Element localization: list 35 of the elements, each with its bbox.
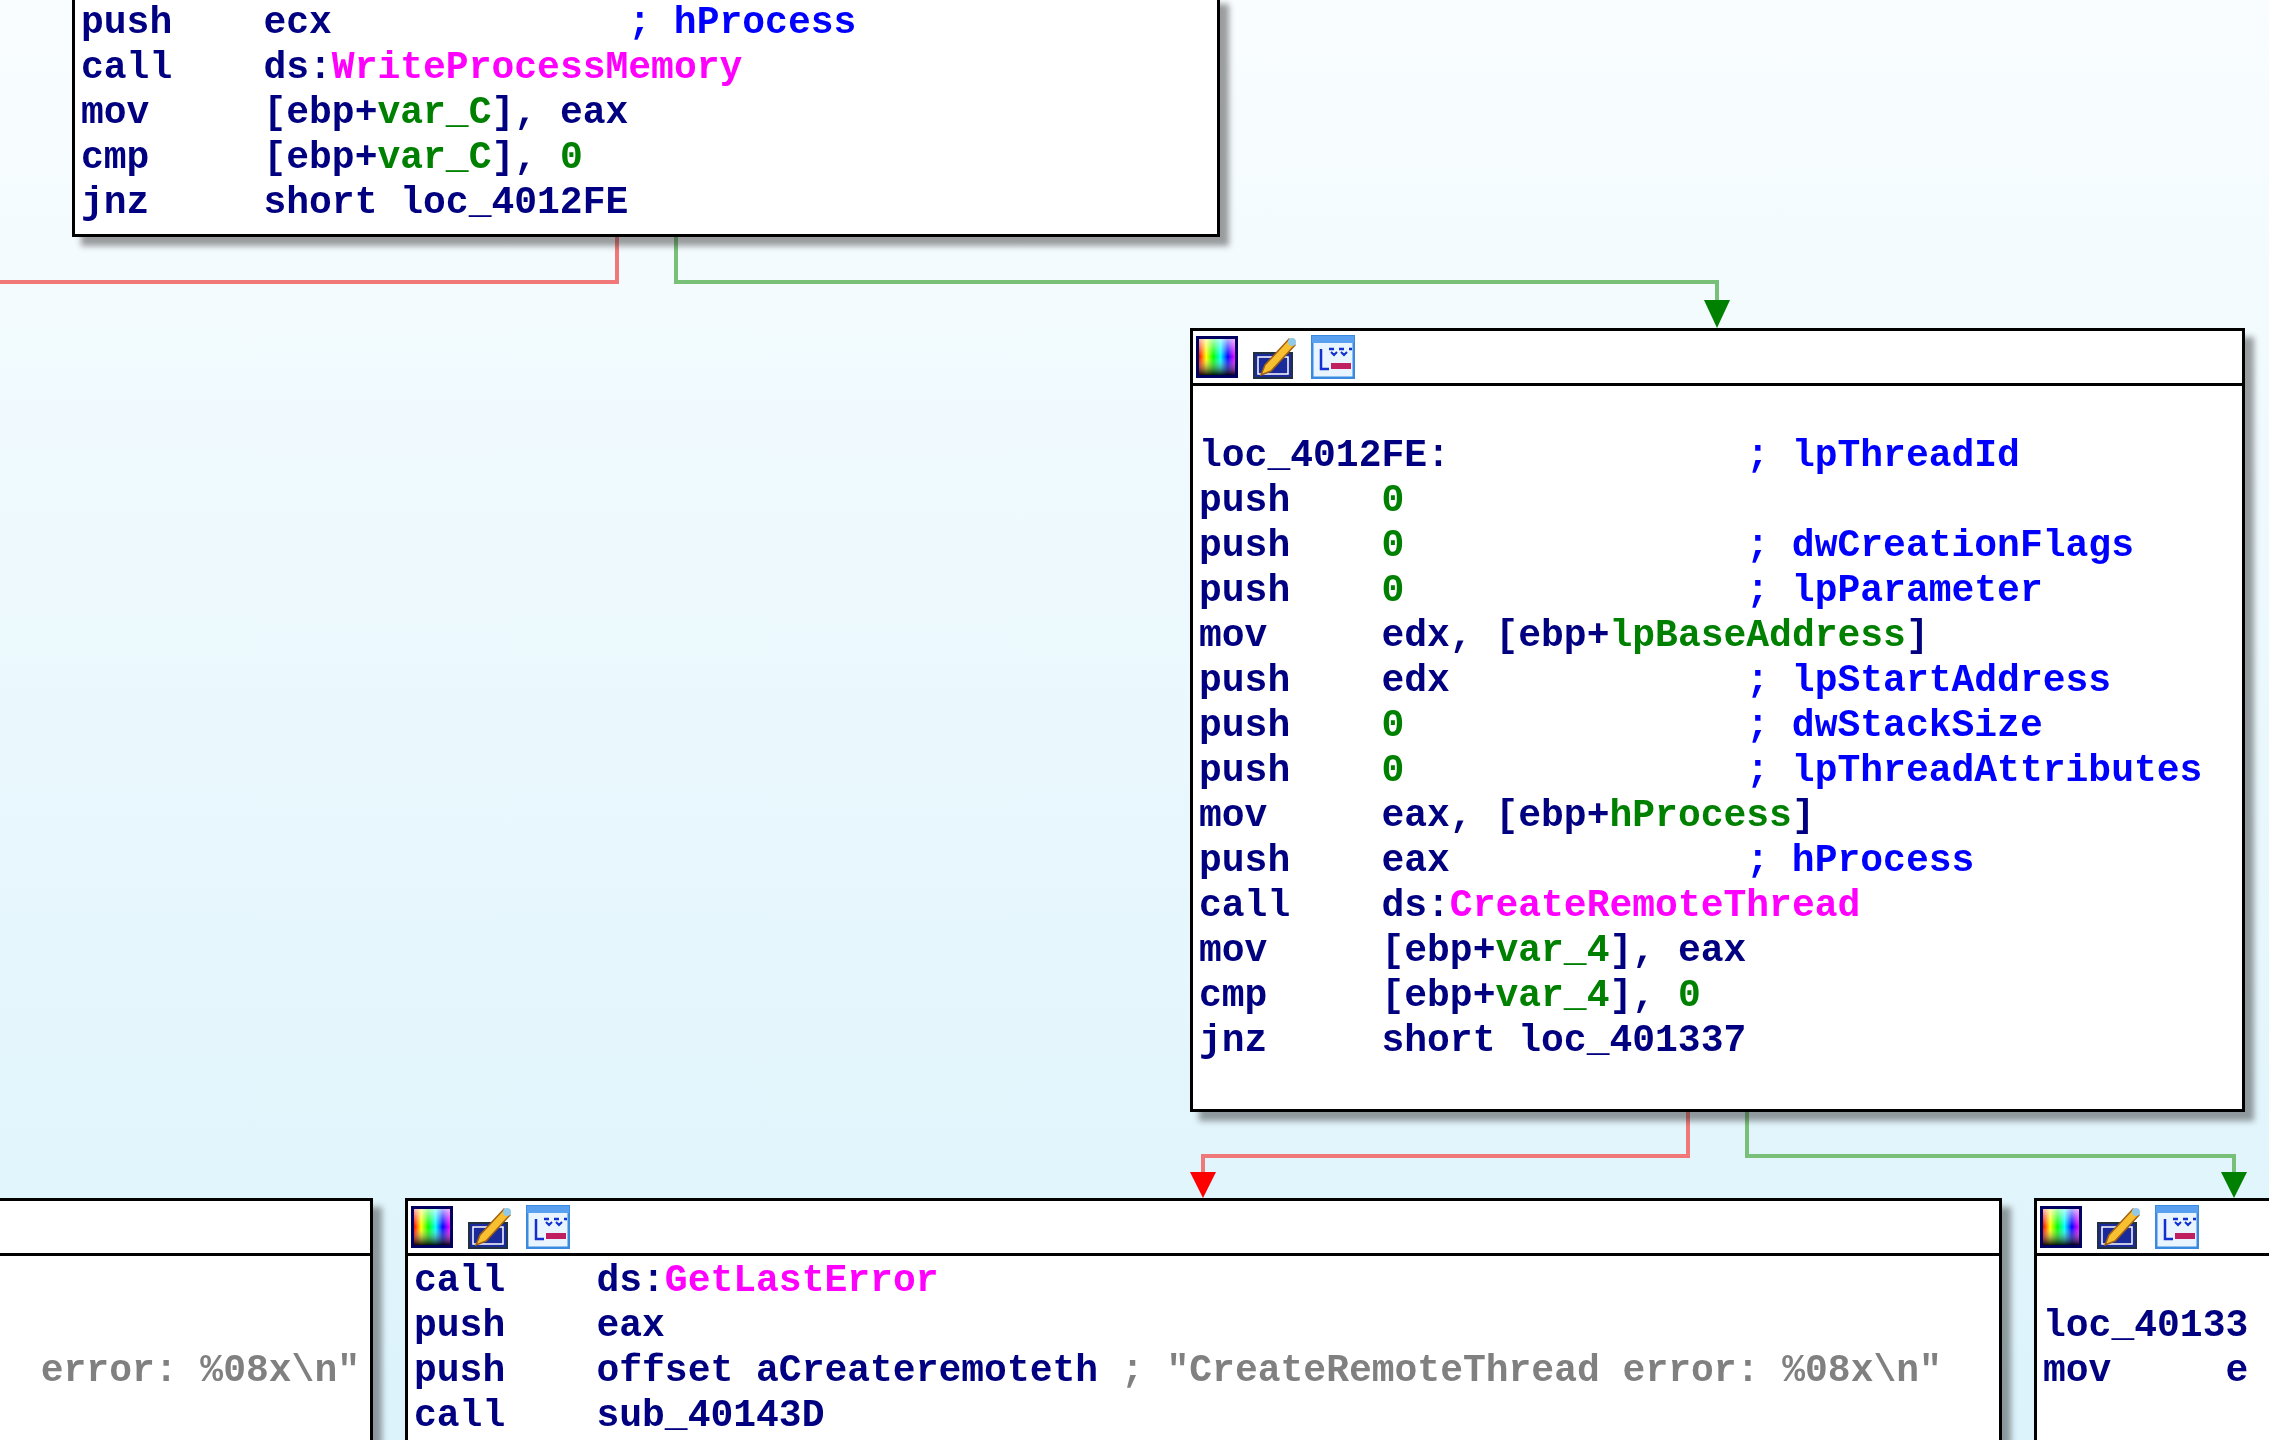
code-line: push 0 ; dwStackSize (1199, 703, 2044, 748)
code-line: push ecx ; hProcess (81, 0, 858, 45)
code-line: mov edx, [ebp+lpBaseAddress] (1199, 613, 1930, 658)
pencil-icon[interactable] (468, 1205, 512, 1249)
pencil-icon[interactable] (1253, 335, 1297, 379)
color-palette-icon[interactable] (1195, 335, 1239, 379)
code-line: push eax (414, 1303, 666, 1348)
code-line: push eax ; hProcess (1199, 838, 1976, 883)
code-line: mov [ebp+var_4], eax (1199, 928, 1748, 973)
code-line: call ds:WriteProcessMemory (81, 45, 744, 90)
pencil-icon[interactable] (2097, 1205, 2141, 1249)
code-line: push 0 ; lpParameter (1199, 568, 2044, 613)
code-line: loc_40133 (2043, 1303, 2250, 1348)
code-line: mov e (2043, 1348, 2250, 1393)
code-line: push 0 ; dwCreationFlags (1199, 523, 2135, 568)
code-line: error: %08x\n" (39, 1348, 360, 1393)
code-line: cmp [ebp+var_C], 0 (81, 135, 584, 180)
code-line: push 0 ; lpThreadAttributes (1199, 748, 2204, 793)
code-line: push 0 (1199, 478, 1406, 523)
code-line: call ds:GetLastError (414, 1258, 940, 1303)
code-line: push edx ; lpStartAddress (1199, 658, 2113, 703)
code-line: call ds:CreateRemoteThread (1199, 883, 1862, 928)
code-line: loc_4012FE: ; lpThreadId (1199, 433, 2021, 478)
code-line: mov eax, [ebp+hProcess] (1199, 793, 1816, 838)
code-line: mov [ebp+var_C], eax (81, 90, 630, 135)
color-palette-icon[interactable] (410, 1205, 454, 1249)
code-line: jnz short loc_4012FE (81, 180, 630, 225)
graph-window-icon[interactable] (2155, 1205, 2199, 1249)
code-line: cmp [ebp+var_4], 0 (1199, 973, 1702, 1018)
graph-window-icon[interactable] (526, 1205, 570, 1249)
code-line: call sub_40143D (414, 1393, 826, 1438)
code-line: jnz short loc_401337 (1199, 1018, 1748, 1063)
graph-window-icon[interactable] (1311, 335, 1355, 379)
code-line: push offset aCreateremoteth ; "CreateRemoteThread error: %08x\n" (414, 1348, 1943, 1393)
color-palette-icon[interactable] (2039, 1205, 2083, 1249)
